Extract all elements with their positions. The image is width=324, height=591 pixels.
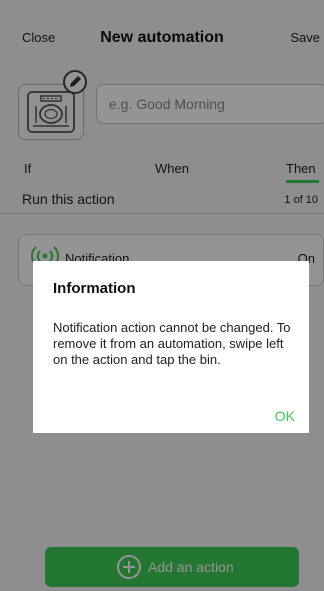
dialog-message: Notification action cannot be changed. T… bbox=[53, 320, 291, 367]
dialog-title: Information bbox=[53, 280, 136, 297]
ok-button[interactable]: OK bbox=[275, 408, 295, 424]
information-dialog: Information Notification action cannot b… bbox=[33, 261, 309, 433]
